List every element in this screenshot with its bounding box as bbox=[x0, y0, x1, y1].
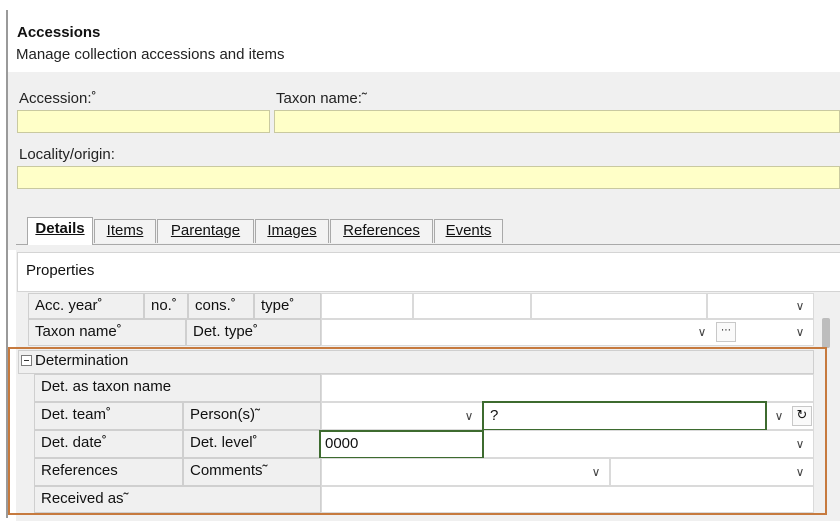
minus-box-icon[interactable] bbox=[21, 355, 32, 366]
determination-title: Determination bbox=[35, 352, 129, 369]
chevron-down-icon[interactable] bbox=[586, 461, 606, 483]
page-title: Accessions bbox=[17, 24, 101, 41]
det-level-label: Det. level˚ bbox=[183, 430, 321, 458]
persons-field[interactable]: ? bbox=[482, 401, 767, 431]
accession-input[interactable] bbox=[17, 110, 270, 133]
acc-year-label: Acc. year˚ bbox=[28, 293, 144, 319]
determination-header[interactable] bbox=[18, 350, 814, 374]
chevron-down-icon[interactable] bbox=[769, 405, 789, 427]
persons-label: Person(s)˜ bbox=[183, 402, 321, 430]
det-date-value: 0000 bbox=[325, 435, 359, 452]
tab-events[interactable]: Events bbox=[434, 219, 503, 243]
det-as-taxon-label: Det. as taxon name bbox=[34, 374, 321, 402]
tab-items[interactable]: Items bbox=[94, 219, 156, 243]
persons-value: ? bbox=[490, 407, 499, 424]
taxon-name-label: Taxon name:˜ bbox=[276, 90, 367, 107]
det-as-taxon-field[interactable] bbox=[321, 374, 814, 402]
references-label: References bbox=[34, 458, 183, 486]
chevron-down-icon[interactable] bbox=[790, 433, 810, 455]
comments-label: Comments˜ bbox=[183, 458, 321, 486]
type-label: type˚ bbox=[254, 293, 321, 319]
chevron-down-icon[interactable] bbox=[790, 295, 810, 317]
acc-year-field[interactable] bbox=[321, 293, 413, 319]
chevron-down-icon[interactable] bbox=[459, 405, 479, 427]
accession-label: Accession:˚ bbox=[19, 90, 97, 107]
comments-field[interactable] bbox=[610, 458, 814, 486]
tab-details[interactable]: Details bbox=[27, 217, 93, 245]
properties-bar bbox=[17, 252, 840, 292]
properties-title: Properties bbox=[26, 262, 95, 279]
tab-references[interactable]: References bbox=[330, 219, 433, 243]
taxon-name-field[interactable] bbox=[321, 319, 814, 346]
chevron-down-icon[interactable] bbox=[790, 461, 810, 483]
det-team-label: Det. team˚ bbox=[34, 402, 183, 430]
taxon-name-input[interactable] bbox=[274, 110, 840, 133]
ellipsis-icon[interactable]: ⋯ bbox=[716, 322, 736, 342]
chevron-down-icon[interactable] bbox=[692, 321, 712, 343]
references-field[interactable] bbox=[321, 458, 610, 486]
vertical-scrollbar[interactable] bbox=[822, 318, 830, 348]
chevron-down-icon[interactable] bbox=[790, 321, 810, 343]
locality-label: Locality/origin: bbox=[19, 146, 115, 163]
det-date-field[interactable]: 0000 bbox=[319, 430, 484, 459]
locality-input[interactable] bbox=[17, 166, 840, 189]
taxon-name-row-label: Taxon name˚ bbox=[28, 319, 186, 346]
refresh-icon[interactable]: ↻ bbox=[792, 406, 812, 426]
page-subtitle: Manage collection accessions and items bbox=[16, 46, 285, 63]
acc-no-field[interactable] bbox=[413, 293, 531, 319]
det-type-label: Det. type˚ bbox=[186, 319, 321, 346]
received-as-label: Received as˜ bbox=[34, 486, 321, 513]
acc-no-label: no.˚ bbox=[144, 293, 188, 319]
det-date-label: Det. date˚ bbox=[34, 430, 183, 458]
tab-images[interactable]: Images bbox=[255, 219, 329, 243]
received-as-field[interactable] bbox=[321, 486, 814, 513]
tab-parentage[interactable]: Parentage bbox=[157, 219, 254, 243]
cons-field[interactable] bbox=[531, 293, 707, 319]
cons-label: cons.˚ bbox=[188, 293, 254, 319]
